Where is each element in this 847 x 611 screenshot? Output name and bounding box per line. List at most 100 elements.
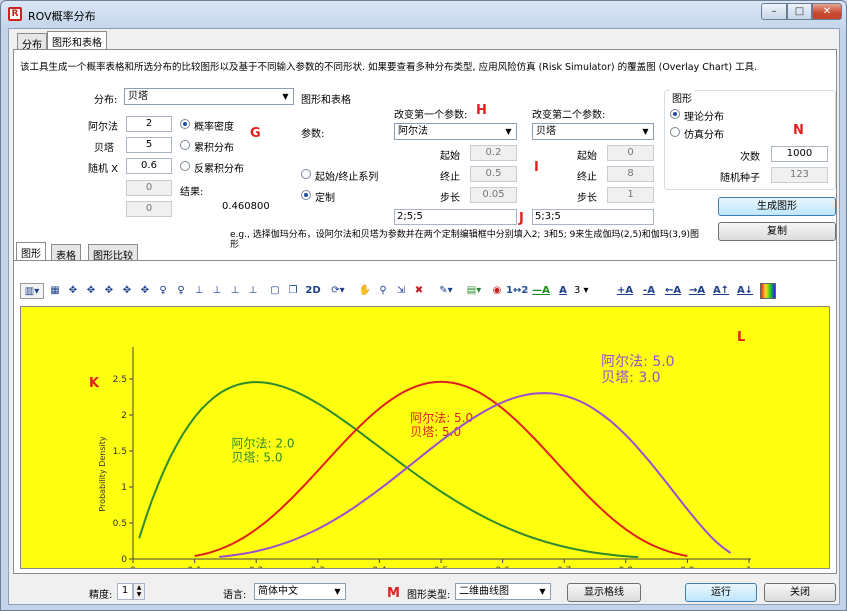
var2-end-input[interactable]: 8	[607, 166, 654, 182]
chevron-down-icon: ▼	[539, 587, 546, 596]
copy-button[interactable]: 复制	[718, 222, 836, 241]
move-icon[interactable]: ✥	[66, 283, 80, 299]
cdf-radio[interactable]	[180, 140, 190, 150]
sort-icon[interactable]: ◉	[490, 283, 504, 299]
series-annotation-1: 阿尔法: 2.0	[232, 435, 295, 450]
font-size-dropdown[interactable]: 3 ▾	[574, 283, 604, 299]
annotation-n: N	[793, 123, 804, 138]
annotation-k: K	[89, 376, 100, 391]
language-dropdown[interactable]: 简体中文 ▼	[254, 583, 346, 600]
tab-chart[interactable]: 图形	[16, 242, 46, 261]
var1-start-input[interactable]: 0.2	[470, 145, 517, 161]
show-gridlines-button[interactable]: 显示格线	[567, 583, 641, 602]
blank-input-1[interactable]: 0	[126, 180, 172, 196]
pdf-label: 概率密度	[194, 122, 234, 133]
font-icon[interactable]: A	[554, 283, 572, 299]
font-smaller-icon[interactable]: -A	[638, 283, 660, 299]
align-right-icon[interactable]: →A	[686, 283, 708, 299]
generate-chart-button[interactable]: 生成图形	[718, 197, 836, 216]
graph-group-title: 图形	[670, 90, 694, 105]
var2-custom-input[interactable]: 5;3;5	[532, 209, 654, 225]
close-button[interactable]: 关闭	[764, 583, 836, 602]
maximize-button[interactable]: □	[787, 3, 812, 20]
move-right-icon[interactable]: ✥	[102, 283, 116, 299]
annotation-l: L	[737, 330, 745, 345]
start-end-series-label: 起始/终止系列	[315, 172, 379, 183]
palette-icon[interactable]	[760, 283, 776, 299]
marker-icon[interactable]: ♀	[156, 283, 170, 299]
var2-dropdown[interactable]: 贝塔 ▼	[532, 123, 654, 140]
var1-step-input[interactable]: 0.05	[470, 187, 517, 203]
pdf-radio[interactable]	[180, 119, 190, 129]
move-up-icon[interactable]: ✥	[120, 283, 134, 299]
var2-start-input[interactable]: 0	[607, 145, 654, 161]
alpha-label: 阿尔法	[88, 122, 118, 133]
font-color-icon[interactable]: —A	[530, 283, 552, 299]
custom-radio[interactable]	[301, 190, 311, 200]
select-icon[interactable]: ⇲	[394, 283, 408, 299]
move-left-icon[interactable]: ✥	[84, 283, 98, 299]
beta-label: 贝塔	[94, 143, 114, 154]
2d-toggle-icon[interactable]: 2D	[304, 283, 322, 299]
axis-up-icon[interactable]: ⊥	[228, 283, 242, 299]
theoretical-radio[interactable]	[670, 109, 680, 119]
rotate-icon[interactable]: ⟳▾	[326, 283, 350, 299]
var1-dropdown[interactable]: 阿尔法 ▼	[394, 123, 517, 140]
chart-type-dropdown[interactable]: 二维曲线图 ▼	[455, 583, 551, 600]
tab-chart-compare[interactable]: 图形比较	[88, 244, 138, 262]
axis-left-icon[interactable]: ⊥	[192, 283, 206, 299]
beta-input[interactable]: 5	[126, 137, 172, 153]
beta-distribution-chart: 0 0.1 0.2 0.3 0.4 0.5 0.6 0.7 0.8 0.9 1 0 0.5 1 1.5 2 2.…	[21, 307, 829, 569]
runs-input[interactable]: 1000	[771, 146, 828, 162]
main-panel: 该工具生成一个概率表格和所选分布的比较图形以及基于不同输入参数的不同形状. 如果…	[13, 49, 837, 574]
y-tick-label: 1	[121, 483, 127, 493]
precision-spinner[interactable]: ▲ ▼	[133, 583, 145, 600]
random-x-input[interactable]: 0.6	[126, 158, 172, 174]
x-tick-label: 0	[130, 566, 136, 569]
erase-icon[interactable]: ✖	[412, 283, 426, 299]
tab-charts-tables[interactable]: 图形和表格	[47, 31, 107, 50]
icdf-radio[interactable]	[180, 161, 190, 171]
x-tick-label: 0.5	[434, 566, 448, 569]
seed-input[interactable]: 123	[771, 167, 828, 183]
simulated-radio[interactable]	[670, 127, 680, 137]
gallery-icon[interactable]: ▦	[48, 283, 62, 299]
chart-toolbar: ▥▾ ▦ ✥ ✥ ✥ ✥ ✥ ♀ ♀ ⊥ ⊥ ⊥ ⊥ ▢ ❐ 2D ⟳▾ ✋ ⚲…	[20, 280, 832, 302]
distribution-dropdown[interactable]: 贝塔 ▼	[124, 88, 294, 105]
zoom-icon[interactable]: ⚲	[376, 283, 390, 299]
align-down-icon[interactable]: A↓	[734, 283, 756, 299]
axis-right-icon[interactable]: ⊥	[210, 283, 224, 299]
start-end-series-radio[interactable]	[301, 169, 311, 179]
precision-input[interactable]: 1	[117, 583, 133, 600]
axis-down-icon[interactable]: ⊥	[246, 283, 260, 299]
align-left-icon[interactable]: ←A	[662, 283, 684, 299]
copy-chart-icon[interactable]: ❐	[286, 283, 300, 299]
series-swap-icon[interactable]: 1↔2	[506, 283, 528, 299]
font-larger-icon[interactable]: +A	[614, 283, 636, 299]
color-picker-icon[interactable]: ✎▾	[434, 283, 458, 299]
tab-table[interactable]: 表格	[51, 244, 81, 262]
var1-custom-input[interactable]: 2;5;5	[394, 209, 517, 225]
align-up-icon[interactable]: A↑	[710, 283, 732, 299]
run-button[interactable]: 运行	[685, 583, 757, 602]
blank-input-2[interactable]: 0	[126, 201, 172, 217]
marker-alt-icon[interactable]: ♀	[174, 283, 188, 299]
tab-distribution[interactable]: 分布	[17, 33, 47, 51]
x-tick-label: 0.9	[680, 566, 695, 569]
fill-icon[interactable]: ▤▾	[462, 283, 486, 299]
minimize-button[interactable]: –	[761, 3, 787, 20]
close-window-button[interactable]: ✕	[812, 3, 842, 20]
app-window: R ROV概率分布 – □ ✕ 分布 图形和表格 该工具生成一个概率表格和所选分…	[0, 0, 847, 611]
alpha-input[interactable]: 2	[126, 116, 172, 132]
distribution-label: 分布:	[94, 95, 118, 106]
chart-type-icon[interactable]: ▥▾	[20, 283, 44, 299]
box-icon[interactable]: ▢	[268, 283, 282, 299]
chart-type-value: 二维曲线图	[459, 586, 509, 597]
chart-area: 0 0.1 0.2 0.3 0.4 0.5 0.6 0.7 0.8 0.9 1 0 0.5 1 1.5 2 2.…	[20, 306, 830, 569]
move-down-icon[interactable]: ✥	[138, 283, 152, 299]
hand-icon[interactable]: ✋	[358, 283, 372, 299]
var2-step-input[interactable]: 1	[607, 187, 654, 203]
var1-step-label: 步长	[440, 193, 460, 204]
language-label: 语言:	[223, 590, 247, 601]
var1-end-input[interactable]: 0.5	[470, 166, 517, 182]
